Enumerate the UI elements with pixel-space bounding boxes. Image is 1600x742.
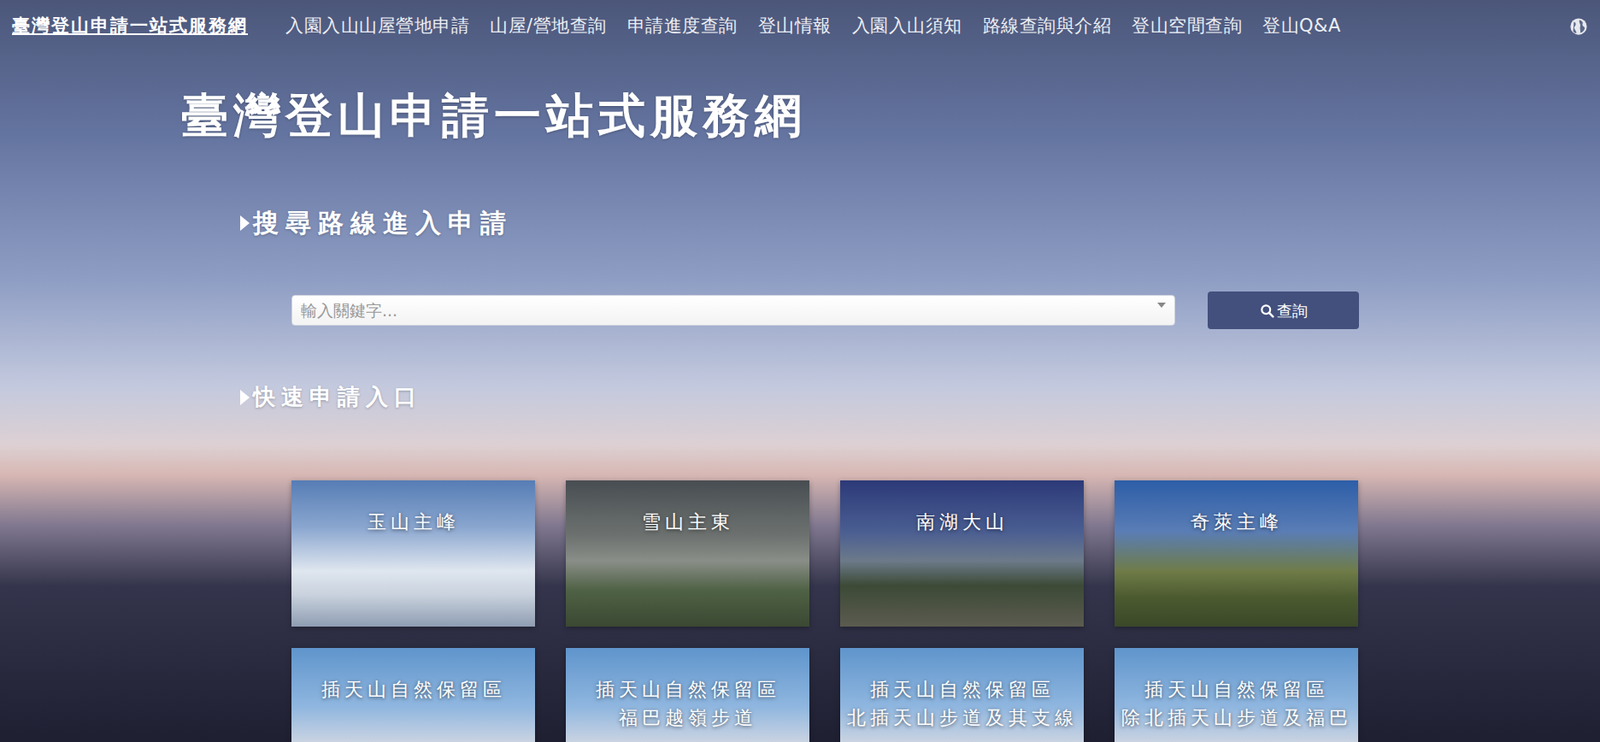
section-heading: 搜尋路線進入申請: [240, 203, 1600, 242]
route-card[interactable]: 玉山主峰: [291, 480, 536, 627]
route-card[interactable]: 雪山主東: [565, 480, 810, 627]
magnifier-icon: [1259, 303, 1275, 318]
triangle-icon: [240, 389, 250, 406]
dropdown-caret-icon: [1157, 302, 1166, 308]
route-card[interactable]: 奇萊主峰: [1114, 480, 1359, 627]
nav-item[interactable]: 入園入山須知: [852, 12, 963, 41]
nav-item[interactable]: 路線查詢與介紹: [982, 12, 1112, 41]
route-card[interactable]: 插天山自然保留區除北插天山步道及福巴: [1114, 647, 1359, 742]
nav-menu: 入園入山山屋營地申請山屋/營地查詢申請進度查詢登山情報入園入山須知路線查詢與介紹…: [285, 12, 1570, 41]
nav-item[interactable]: 山屋/營地查詢: [489, 12, 607, 41]
nav-item[interactable]: 入園入山山屋營地申請: [285, 12, 470, 41]
nav-item[interactable]: 登山情報: [758, 12, 832, 41]
search-row: 查詢: [291, 291, 1359, 330]
nav-item[interactable]: 登山Q&A: [1262, 12, 1342, 41]
route-card[interactable]: 插天山自然保留區: [291, 647, 536, 742]
globe-icon[interactable]: [1569, 17, 1589, 36]
search-field: [291, 294, 1176, 327]
nav-item[interactable]: 申請進度查詢: [627, 12, 738, 41]
brand-link[interactable]: 臺灣登山申請一站式服務網: [11, 12, 248, 41]
quick-grid: 玉山主峰雪山主東南湖大山奇萊主峰插天山自然保留區插天山自然保留區福巴越嶺步道插天…: [291, 480, 1359, 742]
search-button[interactable]: 查詢: [1207, 291, 1359, 330]
page-title: 臺灣登山申請一站式服務網: [181, 87, 1600, 144]
route-card[interactable]: 插天山自然保留區北插天山步道及其支線: [840, 647, 1084, 742]
triangle-icon: [240, 215, 250, 231]
nav-item[interactable]: 登山空間查詢: [1131, 12, 1242, 41]
route-card[interactable]: 插天山自然保留區福巴越嶺步道: [565, 647, 810, 742]
search-input[interactable]: [291, 294, 1176, 327]
top-navbar: 臺灣登山申請一站式服務網 入園入山山屋營地申請山屋/營地查詢申請進度查詢登山情報入…: [0, 0, 1600, 53]
section-heading: 快速申請入口: [240, 380, 1600, 414]
route-card[interactable]: 南湖大山: [840, 480, 1084, 627]
